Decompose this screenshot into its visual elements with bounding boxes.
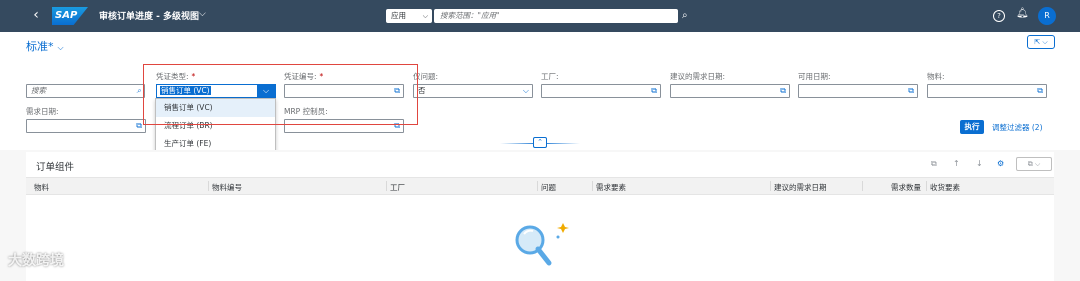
value-help-icon[interactable]: ⧉ <box>1037 85 1043 97</box>
column-header-suggested-date[interactable]: 建议的需求日期 <box>774 182 827 193</box>
column-separator <box>926 181 927 191</box>
sort-desc-icon[interactable]: ↓ <box>976 159 983 168</box>
doc-type-combobox[interactable]: 销售订单 (VC) ⌵ <box>156 84 276 98</box>
issue-only-label: 仅问题: <box>413 72 439 81</box>
value-help-icon[interactable]: ⧉ <box>394 120 400 132</box>
chevron-down-icon: ⌵ <box>522 86 529 95</box>
shell-search-input[interactable]: 搜索范围："应用" <box>434 9 678 23</box>
copy-icon[interactable]: ⧉ <box>931 159 937 169</box>
variant-name: 标准* <box>26 40 54 53</box>
dropdown-option[interactable]: 流程订单 (BR) <box>156 117 275 135</box>
gear-icon[interactable]: ⚙ <box>997 159 1004 168</box>
no-data-illustration <box>515 223 569 266</box>
doc-type-label: 凭证类型: * <box>156 72 196 81</box>
collapse-header-button[interactable]: ⌃ <box>533 137 547 148</box>
column-header-plant[interactable]: 工厂 <box>390 182 405 193</box>
suggested-date-field[interactable]: ⧉ <box>670 84 790 98</box>
help-icon[interactable]: ? <box>993 10 1005 22</box>
value-help-icon[interactable]: ⧉ <box>136 120 142 132</box>
available-date-label: 可用日期: <box>798 72 831 81</box>
issue-only-select[interactable]: 否 ⌵ <box>413 84 533 98</box>
req-date-label: 需求日期: <box>26 107 59 116</box>
variant-selector[interactable]: 标准* ⌵ <box>26 38 64 54</box>
chevron-down-icon[interactable]: ⌵ <box>199 9 206 19</box>
column-header-req-element[interactable]: 需求要素 <box>596 182 626 193</box>
adapt-filters-button[interactable]: 调整过滤器 (2) <box>992 122 1043 133</box>
material-label: 物料: <box>927 72 945 81</box>
search-icon[interactable]: ⌕ <box>682 9 696 23</box>
sort-asc-icon[interactable]: ↑ <box>953 159 960 168</box>
search-scope-select[interactable]: 应用 ⌵ <box>386 9 432 23</box>
column-separator <box>386 181 387 191</box>
mrp-field[interactable]: ⧉ <box>284 119 404 133</box>
column-separator <box>592 181 593 191</box>
search-icon[interactable]: ⌕ <box>137 85 141 97</box>
column-header-material-number[interactable]: 物料编号 <box>212 182 242 193</box>
value-help-icon[interactable]: ⧉ <box>651 85 657 97</box>
column-separator <box>537 181 538 191</box>
value-help-icon[interactable]: ⧉ <box>780 85 786 97</box>
chevron-down-icon: ⌵ <box>422 12 428 20</box>
app-title[interactable]: 审核订单进度 - 多级视图 <box>99 9 199 22</box>
column-separator <box>770 181 771 191</box>
chevron-down-icon[interactable]: ⌵ <box>257 84 275 98</box>
column-separator <box>862 181 863 191</box>
sap-logo[interactable]: SAP <box>52 7 88 25</box>
share-button[interactable]: ⇱ ⌵ <box>1027 35 1055 49</box>
material-field[interactable]: ⧉ <box>927 84 1047 98</box>
column-header-material[interactable]: 物料 <box>34 182 49 193</box>
column-header-issue[interactable]: 问题 <box>541 182 556 193</box>
watermark: 大数跨境 <box>8 253 64 269</box>
chevron-down-icon: ⌵ <box>57 43 64 52</box>
value-help-icon[interactable]: ⧉ <box>394 85 400 97</box>
shell-bar: ‹ SAP 审核订单进度 - 多级视图 ⌵ 应用 ⌵ 搜索范围："应用" ⌕ ?… <box>0 0 1080 32</box>
search-scope-label: 应用 <box>391 11 406 20</box>
mrp-label: MRP 控制员: <box>284 107 328 116</box>
req-date-field[interactable]: ⧉ <box>26 119 146 133</box>
plant-field[interactable]: ⧉ <box>541 84 661 98</box>
back-button[interactable]: ‹ <box>28 7 44 23</box>
value-help-icon[interactable]: ⧉ <box>908 85 914 97</box>
doc-type-value: 销售订单 (VC) <box>160 86 211 95</box>
go-button[interactable]: 执行 <box>960 120 984 134</box>
column-separator <box>208 181 209 191</box>
doc-number-label: 凭证编号: * <box>284 72 324 81</box>
avatar[interactable]: R <box>1038 7 1056 25</box>
suggested-date-label: 建议的需求日期: <box>670 72 726 81</box>
available-date-field[interactable]: ⧉ <box>798 84 918 98</box>
table-title: 订单组件 <box>36 162 75 173</box>
doc-number-field[interactable]: ⧉ <box>284 84 404 98</box>
column-header-req-qty[interactable]: 需求数量 <box>891 182 921 193</box>
export-button[interactable]: ⧉ ⌵ <box>1016 157 1052 171</box>
issue-only-value: 否 <box>418 86 426 95</box>
column-header-gr-element[interactable]: 收货要素 <box>930 182 960 193</box>
notification-bell-icon[interactable]: 🔔︎ <box>1016 8 1029 19</box>
search-input[interactable]: 搜索 ⌕ <box>26 84 145 98</box>
doc-type-dropdown: 销售订单 (VC) 流程订单 (BR) 生产订单 (FE) <box>155 98 276 153</box>
plant-label: 工厂: <box>541 72 559 81</box>
dropdown-option[interactable]: 销售订单 (VC) <box>156 99 275 117</box>
search-placeholder: 搜索 <box>31 86 46 95</box>
